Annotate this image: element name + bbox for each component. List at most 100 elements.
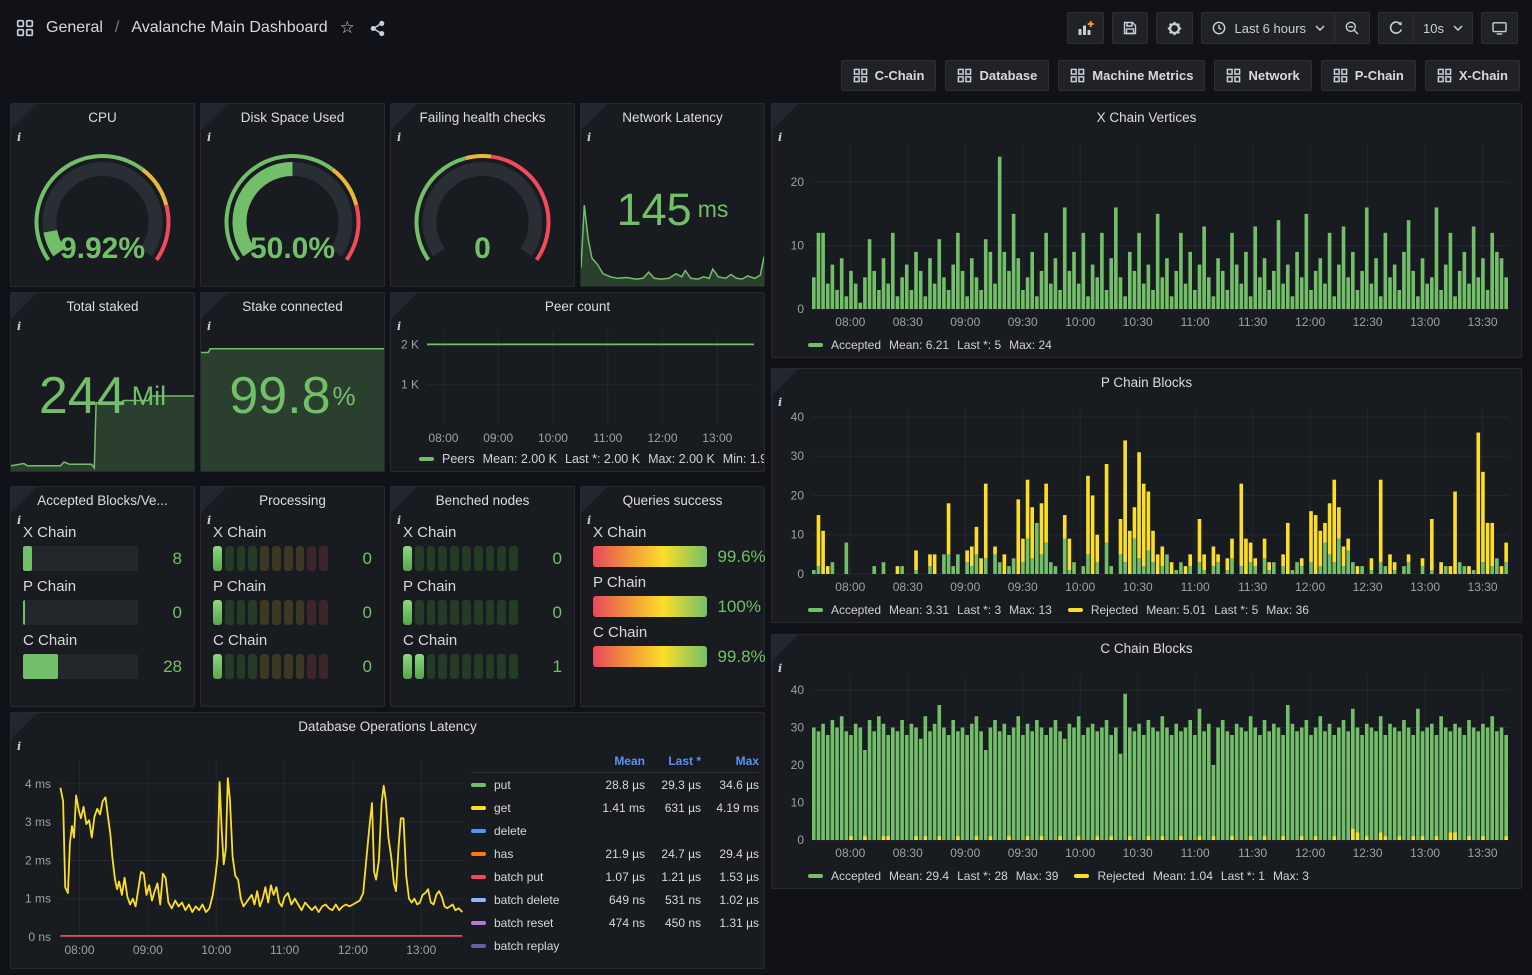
panel-info-corner[interactable]: i — [11, 487, 37, 513]
legend-stat-value: 29.3 µs — [645, 773, 701, 796]
legend-series-name[interactable]: batch reset — [471, 911, 589, 934]
panel-title[interactable]: Processing — [201, 487, 384, 515]
magnifier-minus-icon — [1344, 20, 1360, 36]
svg-text:08:30: 08:30 — [893, 580, 923, 594]
panel-info-corner[interactable]: i — [11, 104, 37, 130]
panel-title[interactable]: Benched nodes — [391, 487, 574, 515]
dashboard-title[interactable]: Avalanche Main Dashboard — [131, 19, 327, 37]
led-bar — [403, 600, 518, 625]
legend-label[interactable]: Rejected — [1097, 869, 1144, 883]
svg-text:12:00: 12:00 — [338, 943, 368, 957]
led-cell — [213, 600, 222, 625]
breadcrumb-section[interactable]: General — [46, 19, 103, 37]
legend-label[interactable]: Accepted — [831, 603, 881, 617]
chain-value: 0 — [338, 657, 372, 677]
panel-title[interactable]: Network Latency — [581, 104, 764, 132]
panel-title[interactable]: CPU — [11, 104, 194, 132]
panel-info-corner[interactable]: i — [581, 487, 607, 513]
legend-stat-value: 1.41 ms — [589, 796, 645, 819]
panel-info-corner[interactable]: i — [391, 487, 417, 513]
dashboard-link-network[interactable]: Network — [1214, 60, 1311, 91]
legend-table-header[interactable]: Last * — [645, 749, 701, 773]
dashboard-link-c-chain[interactable]: C-Chain — [841, 60, 937, 91]
legend-series-name[interactable]: put — [471, 773, 589, 796]
legend-stat: Max: 2.00 K — [648, 452, 715, 466]
panel-title[interactable]: Queries success — [581, 487, 764, 515]
save-dashboard-button[interactable] — [1112, 12, 1148, 44]
legend-table-header[interactable]: Max — [701, 749, 759, 773]
legend-swatch — [419, 457, 434, 461]
legend-series-name[interactable]: get — [471, 796, 589, 819]
svg-text:08:00: 08:00 — [835, 315, 865, 329]
panel-info-corner[interactable]: i — [581, 104, 607, 130]
panel-title[interactable]: X Chain Vertices — [772, 104, 1521, 132]
panel-title[interactable]: Total staked — [11, 293, 194, 321]
link-label: Database — [979, 68, 1037, 83]
panel-title[interactable]: Peer count — [391, 293, 764, 321]
legend-stat-value: 21.9 µs — [589, 842, 645, 865]
svg-text:20: 20 — [791, 488, 805, 502]
svg-text:13:00: 13:00 — [406, 943, 436, 957]
star-icon[interactable]: ☆ — [338, 16, 357, 40]
led-cell — [486, 600, 495, 625]
legend-swatch — [1068, 608, 1083, 612]
legend-label[interactable]: Accepted — [831, 869, 881, 883]
panel-info-corner[interactable]: i — [201, 104, 227, 130]
link-label: Network — [1248, 68, 1299, 83]
panel-info-corner[interactable]: i — [391, 104, 417, 130]
led-cell — [474, 546, 483, 571]
panel-info-corner[interactable]: i — [772, 104, 798, 130]
led-cell — [319, 546, 328, 571]
panel-title[interactable]: Database Operations Latency — [11, 713, 764, 741]
dashboard-link-x-chain[interactable]: X-Chain — [1425, 60, 1520, 91]
legend-series-name[interactable]: has — [471, 842, 589, 865]
svg-text:13:00: 13:00 — [702, 431, 732, 445]
dashboard-link-database[interactable]: Database — [945, 60, 1049, 91]
panel-disk-space: i Disk Space Used 50.0% — [200, 103, 385, 287]
panel-title[interactable]: Stake connected — [201, 293, 384, 321]
legend-series-name[interactable]: batch put — [471, 865, 589, 888]
led-cell — [450, 654, 459, 679]
legend-label[interactable]: Peers — [442, 452, 475, 466]
refresh-button[interactable] — [1378, 12, 1414, 44]
svg-text:12:00: 12:00 — [1295, 315, 1325, 329]
add-panel-button[interactable] — [1067, 12, 1104, 44]
panel-title[interactable]: C Chain Blocks — [772, 635, 1521, 663]
svg-text:50.0%: 50.0% — [250, 232, 335, 265]
chain-label: P Chain — [403, 578, 562, 595]
legend-series-name[interactable]: delete — [471, 819, 589, 842]
svg-text:0: 0 — [797, 833, 804, 847]
share-icon[interactable] — [367, 18, 388, 39]
panel-info-corner[interactable]: i — [772, 635, 798, 661]
legend-series-name[interactable]: batch delete — [471, 888, 589, 911]
panel-info-corner[interactable]: i — [201, 293, 227, 319]
refresh-interval-picker[interactable]: 10s — [1414, 12, 1473, 44]
panel-title[interactable]: Failing health checks — [391, 104, 574, 132]
legend-series-name[interactable]: batch replay — [471, 934, 589, 957]
dashboard-link-p-chain[interactable]: P-Chain — [1321, 60, 1416, 91]
legend-table-header[interactable]: Mean — [589, 749, 645, 773]
dashboard-link-machine metrics[interactable]: Machine Metrics — [1058, 60, 1205, 91]
panel-info-corner[interactable]: i — [391, 293, 417, 319]
dashboards-grid-icon[interactable] — [14, 17, 36, 39]
panel-info-corner[interactable]: i — [11, 293, 37, 319]
panel-title[interactable]: P Chain Blocks — [772, 369, 1521, 397]
time-range-picker[interactable]: Last 6 hours — [1201, 12, 1335, 44]
dashboard-settings-button[interactable] — [1156, 12, 1193, 44]
panel-info-corner[interactable]: i — [772, 369, 798, 395]
legend-label[interactable]: Accepted — [831, 338, 881, 352]
panel-total-staked: i Total staked 244 Mil — [10, 292, 195, 472]
led-cell — [248, 600, 257, 625]
led-cell — [497, 654, 506, 679]
bar-track — [23, 546, 138, 571]
tv-mode-button[interactable] — [1481, 12, 1518, 44]
legend-stat-value — [645, 934, 701, 957]
svg-text:08:00: 08:00 — [835, 846, 865, 860]
panel-title[interactable]: Accepted Blocks/Ve... — [11, 487, 194, 515]
legend-label[interactable]: Rejected — [1091, 603, 1138, 617]
panel-info-corner[interactable]: i — [201, 487, 227, 513]
zoom-out-time-button[interactable] — [1335, 12, 1370, 44]
panel-title[interactable]: Disk Space Used — [201, 104, 384, 132]
chain-label: C Chain — [213, 632, 372, 649]
panel-info-corner[interactable]: i — [11, 713, 37, 739]
